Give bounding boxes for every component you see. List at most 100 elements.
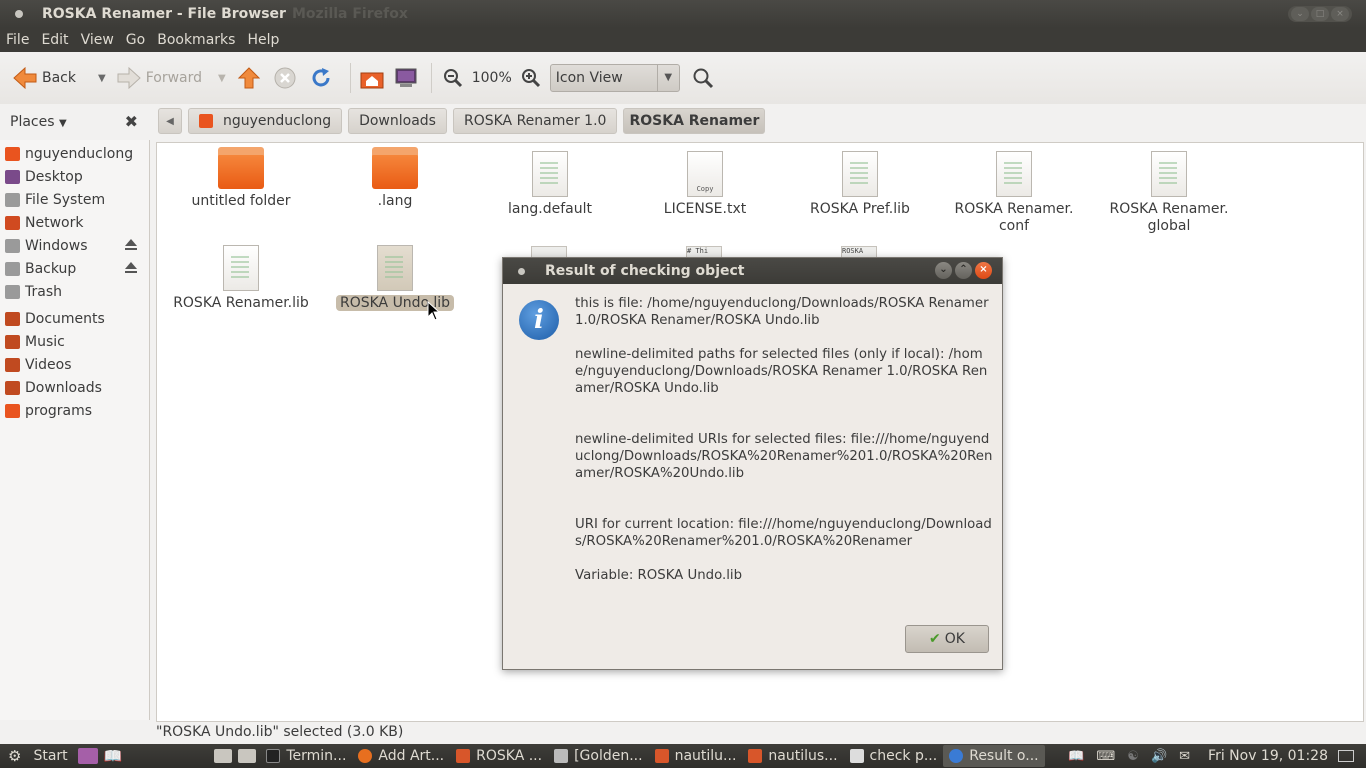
zoom-in-icon[interactable]: [518, 65, 544, 91]
folder-icon: [654, 749, 669, 763]
sidebar-item-trash[interactable]: Trash: [0, 280, 149, 303]
taskbar-label: nautilu...: [674, 748, 737, 764]
maximize-icon[interactable]: ⌃: [955, 262, 972, 279]
taskbar-item[interactable]: nautilus...: [742, 745, 843, 767]
close-icon[interactable]: ×: [975, 262, 992, 279]
file-item[interactable]: ROSKA Undo.lib: [320, 245, 470, 311]
drive-icon[interactable]: [238, 749, 257, 763]
file-name: untitled folder: [191, 193, 291, 209]
computer-icon[interactable]: [393, 65, 419, 91]
sidebar-item-label: Music: [25, 333, 65, 350]
menu-file[interactable]: File: [0, 32, 35, 48]
sidebar-item-programs[interactable]: programs: [0, 399, 149, 422]
eject-icon[interactable]: [125, 239, 137, 250]
file-item[interactable]: untitled folder: [166, 147, 316, 209]
places-dropdown[interactable]: Places ▼: [10, 114, 67, 130]
breadcrumb-label: Downloads: [359, 113, 436, 129]
file-name: ROSKA Renamer.lib: [173, 295, 309, 311]
toolbar-separator: [430, 63, 432, 93]
sidebar-item-file-system[interactable]: File System: [0, 188, 149, 211]
menu-help[interactable]: Help: [241, 32, 285, 48]
ok-button[interactable]: ✔ OK: [905, 625, 989, 653]
sidebar-item-home[interactable]: nguyenduclong: [0, 142, 149, 165]
workspace-switcher-icon[interactable]: [1338, 750, 1354, 762]
search-icon[interactable]: [690, 65, 716, 91]
minimize-icon[interactable]: ⌄: [935, 262, 952, 279]
sidebar: nguyenduclong Desktop File System Networ…: [0, 140, 150, 720]
sidebar-item-label: Trash: [25, 283, 62, 300]
sidebar-item-videos[interactable]: Videos: [0, 353, 149, 376]
sidebar-item-music[interactable]: Music: [0, 330, 149, 353]
text-file-icon: [223, 245, 259, 291]
menu-bookmarks[interactable]: Bookmarks: [151, 32, 241, 48]
menu-edit[interactable]: Edit: [35, 32, 74, 48]
home-folder-icon: [5, 146, 20, 161]
window-menu-icon[interactable]: [518, 267, 525, 275]
zoom-out-icon[interactable]: [440, 65, 466, 91]
taskbar-item[interactable]: ROSKA ...: [450, 745, 548, 767]
eject-icon[interactable]: [125, 262, 137, 273]
file-item[interactable]: ROSKA Renamer.lib: [166, 245, 316, 311]
file-item[interactable]: .lang: [320, 147, 470, 209]
clock[interactable]: Fri Nov 19, 01:28: [1208, 748, 1328, 764]
wifi-icon[interactable]: ☯: [1127, 749, 1139, 764]
trash-icon: [5, 284, 20, 299]
breadcrumb-roska-renamer-1-0[interactable]: ROSKA Renamer 1.0: [452, 108, 618, 134]
up-arrow-icon[interactable]: [236, 65, 262, 91]
breadcrumb-label: ROSKA Renamer 1.0: [463, 113, 607, 129]
breadcrumb-downloads[interactable]: Downloads: [348, 108, 447, 134]
ok-label: OK: [944, 631, 965, 647]
view-mode-select[interactable]: Icon View ▼: [549, 64, 680, 92]
book-icon[interactable]: 📖: [104, 747, 123, 765]
maximize-icon[interactable]: □: [1311, 7, 1329, 21]
sidebar-item-downloads[interactable]: Downloads: [0, 376, 149, 399]
sidebar-item-backup[interactable]: Backup: [0, 257, 149, 280]
file-item[interactable]: ROSKA Pref.lib: [785, 151, 935, 217]
book-icon[interactable]: 📖: [1068, 749, 1084, 764]
sidebar-item-desktop[interactable]: Desktop: [0, 165, 149, 188]
keyboard-icon[interactable]: ⌨: [1097, 749, 1116, 764]
volume-icon[interactable]: 🔊: [1151, 749, 1167, 764]
taskbar-item[interactable]: check p...: [844, 745, 944, 767]
menu-view[interactable]: View: [75, 32, 120, 48]
taskbar-item[interactable]: Add Art...: [352, 745, 450, 767]
sidebar-item-network[interactable]: Network: [0, 211, 149, 234]
launcher-icon[interactable]: [77, 748, 98, 764]
taskbar-item[interactable]: Termin...: [260, 745, 352, 767]
forward-button[interactable]: Forward: [112, 61, 206, 95]
folder-icon: [456, 749, 471, 763]
file-item[interactable]: lang.default: [475, 151, 625, 217]
window-menu-icon[interactable]: [15, 10, 23, 18]
taskbar-item[interactable]: [Golden...: [548, 745, 649, 767]
breadcrumb-scroll-left[interactable]: ◀: [158, 108, 182, 134]
folder-icon: [748, 749, 763, 763]
dialog-title: Result of checking object: [545, 263, 745, 279]
status-bar: "ROSKA Undo.lib" selected (3.0 KB): [156, 724, 404, 740]
breadcrumb-roska-renamer[interactable]: ROSKA Renamer: [623, 108, 766, 134]
close-icon[interactable]: ×: [1331, 7, 1349, 21]
back-history-dropdown[interactable]: ▼: [98, 73, 106, 84]
mail-icon[interactable]: ✉: [1179, 749, 1190, 764]
forward-history-dropdown[interactable]: ▼: [218, 73, 226, 84]
toolbar-separator: [349, 63, 351, 93]
file-item[interactable]: ROSKA Renamer. global: [1094, 151, 1244, 235]
taskbar-label: nautilus...: [768, 748, 838, 764]
taskbar-label: check p...: [869, 748, 938, 764]
close-sidebar-icon[interactable]: ✖: [125, 112, 138, 131]
start-button[interactable]: ⚙ Start: [0, 745, 74, 767]
sidebar-item-documents[interactable]: Documents: [0, 307, 149, 330]
back-button[interactable]: Back: [8, 61, 80, 95]
file-item[interactable]: ROSKA Renamer. conf: [939, 151, 1089, 235]
minimize-icon[interactable]: ⌄: [1291, 7, 1309, 21]
menu-go[interactable]: Go: [120, 32, 151, 48]
drive-icon[interactable]: [214, 749, 233, 763]
reload-icon[interactable]: [308, 65, 334, 91]
taskbar-item[interactable]: Result o...: [943, 745, 1045, 767]
stop-icon[interactable]: [272, 65, 298, 91]
home-folder-icon[interactable]: [359, 65, 385, 91]
sidebar-item-windows[interactable]: Windows: [0, 234, 149, 257]
breadcrumb-home[interactable]: nguyenduclong: [188, 108, 343, 134]
file-item[interactable]: Copy LICENSE.txt: [630, 151, 780, 217]
firefox-icon: [358, 749, 373, 763]
taskbar-item[interactable]: nautilu...: [649, 745, 743, 767]
